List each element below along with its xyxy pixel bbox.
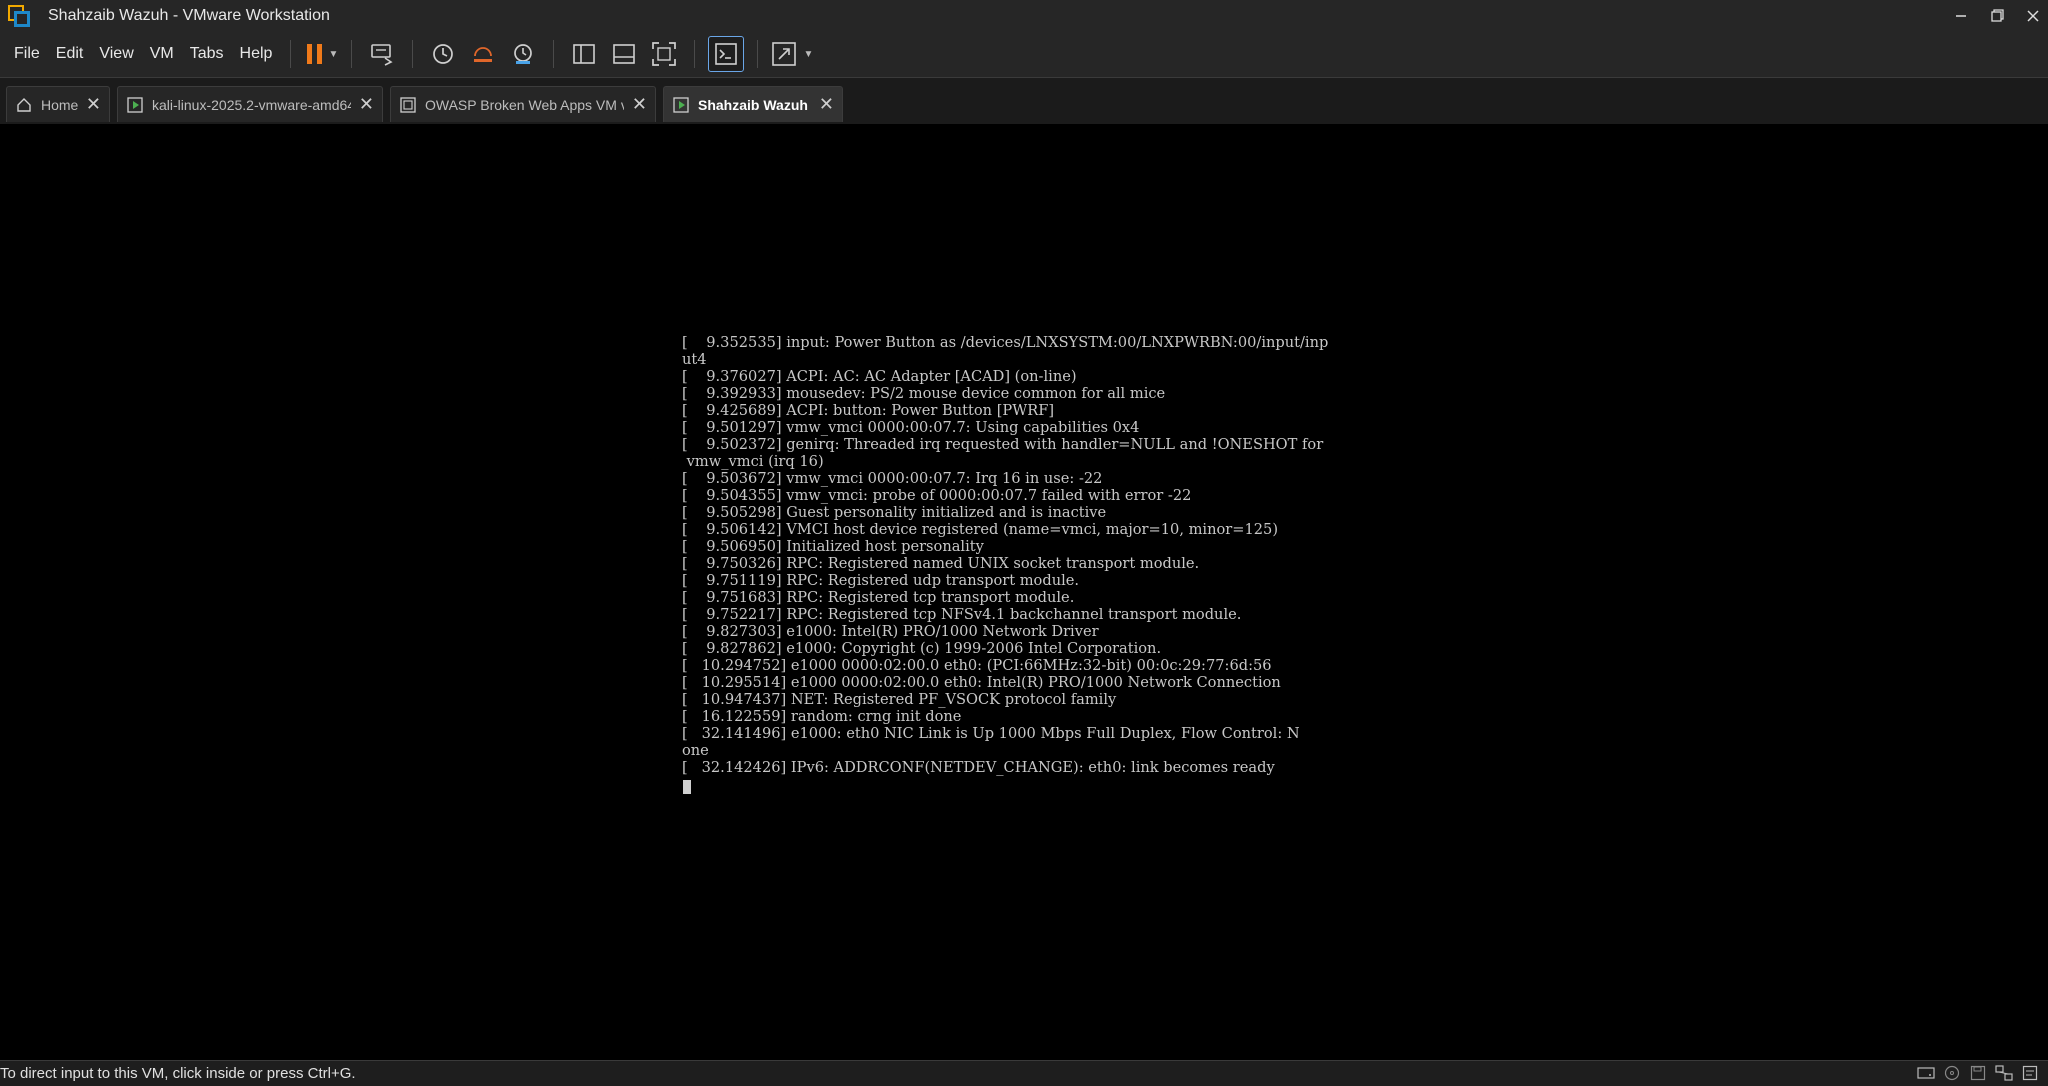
console-line: [ 9.750326] RPC: Registered named UNIX s… — [682, 555, 1200, 572]
console-line: [ 9.505298] Guest personality initialize… — [682, 504, 1107, 521]
console-line: [ 9.506950] Initialized host personality — [682, 538, 984, 555]
console-line: [ 9.827303] e1000: Intel(R) PRO/1000 Net… — [682, 623, 1099, 640]
close-tab-icon[interactable]: ✕ — [359, 94, 374, 115]
console-line: [ 9.425689] ACPI: button: Power Button [… — [682, 402, 1055, 419]
console-line: [ 16.122559] random: crng init done — [682, 708, 962, 725]
full-screen-button[interactable] — [647, 37, 681, 71]
send-ctrl-alt-del-icon — [371, 44, 394, 66]
tab-label: Shahzaib Wazuh — [698, 96, 808, 113]
vm-console[interactable]: [ 9.352535] input: Power Button as /devi… — [0, 124, 2048, 1060]
snapshot-manager-button[interactable] — [506, 37, 540, 71]
vm-icon — [399, 96, 417, 114]
menu-toolbar: File Edit View VM Tabs Help ▼ ▼ — [0, 31, 2048, 77]
close-tab-icon[interactable]: ✕ — [86, 94, 101, 115]
revert-snapshot-icon — [474, 47, 493, 62]
home-icon — [15, 96, 33, 114]
console-line: [ 10.947437] NET: Registered PF_VSOCK pr… — [682, 691, 1117, 708]
revert-snapshot-button[interactable] — [466, 37, 500, 71]
toolbar-separator — [412, 40, 414, 68]
pause-button[interactable]: ▼ — [304, 37, 338, 71]
toolbar-separator — [694, 40, 696, 68]
console-line: [ 9.504355] vmw_vmci: probe of 0000:00:0… — [682, 487, 1192, 504]
tab-label: kali-linux-2025.2-vmware-amd64 — [152, 96, 351, 113]
tab-home[interactable]: Home ✕ — [6, 86, 110, 122]
restore-icon[interactable] — [1982, 0, 2012, 31]
close-icon[interactable] — [2018, 0, 2048, 31]
console-line: [ 9.827862] e1000: Copyright (c) 1999-20… — [682, 640, 1162, 657]
console-line: [ 32.141496] e1000: eth0 NIC Link is Up … — [682, 725, 1300, 742]
fullscreen-icon — [652, 42, 677, 66]
console-view-button[interactable] — [708, 36, 745, 72]
cd-dvd-icon[interactable] — [1942, 1064, 1962, 1082]
menu-file[interactable]: File — [14, 45, 40, 63]
hard-disk-icon[interactable] — [1916, 1064, 1936, 1082]
console-line: [ 9.506142] VMCI host device registered … — [682, 521, 1279, 538]
sidebar-toggle-icon — [573, 44, 596, 64]
menu-tabs[interactable]: Tabs — [190, 45, 224, 63]
console-line: [ 9.751683] RPC: Registered tcp transpor… — [682, 589, 1075, 606]
console-line: [ 9.502372] genirq: Threaded irq request… — [682, 436, 1324, 453]
console-line: [ 9.352535] input: Power Button as /devi… — [682, 334, 1329, 351]
send-ctrl-alt-del-button[interactable] — [365, 37, 399, 71]
tab-shahzaib-wazuh[interactable]: Shahzaib Wazuh ✕ — [663, 86, 843, 122]
console-line: [ 9.376027] ACPI: AC: AC Adapter [ACAD] … — [682, 368, 1077, 385]
console-line: ut4 — [682, 351, 707, 368]
show-library-button[interactable] — [567, 37, 601, 71]
console-line: [ 9.501297] vmw_vmci 0000:00:07.7: Using… — [682, 419, 1140, 436]
chevron-down-icon[interactable]: ▼ — [803, 49, 813, 60]
tab-bar: Home ✕ kali-linux-2025.2-vmware-amd64 ✕ … — [0, 77, 2048, 125]
minimize-icon[interactable] — [1946, 0, 1976, 31]
toolbar-separator — [553, 40, 555, 68]
stretch-guest-button[interactable]: ▼ — [771, 37, 813, 71]
console-line: [ 32.142426] IPv6: ADDRCONF(NETDEV_CHANG… — [682, 759, 1275, 776]
tab-label: OWASP Broken Web Apps VM v... — [425, 96, 624, 113]
console-view-icon — [715, 43, 738, 65]
pause-icon — [306, 44, 322, 64]
status-message: To direct input to this VM, click inside… — [0, 1065, 356, 1082]
boot-log: [ 9.352535] input: Power Button as /devi… — [682, 334, 1372, 776]
vmware-logo-icon — [6, 3, 32, 29]
console-line: [ 9.392933] mousedev: PS/2 mouse device … — [682, 385, 1166, 402]
thumbnail-bar-icon — [613, 44, 636, 64]
console-line: [ 9.751119] RPC: Registered udp transpor… — [682, 572, 1080, 589]
console-line: one — [682, 742, 709, 759]
menu-edit[interactable]: Edit — [56, 45, 84, 63]
window-title-bar: Shahzaib Wazuh - VMware Workstation — [0, 0, 2048, 31]
window-title: Shahzaib Wazuh - VMware Workstation — [48, 6, 330, 24]
console-line: vmw_vmci (irq 16) — [686, 453, 824, 470]
console-line: [ 10.294752] e1000 0000:02:00.0 eth0: (P… — [682, 657, 1272, 674]
menu-view[interactable]: View — [99, 45, 133, 63]
tab-owasp[interactable]: OWASP Broken Web Apps VM v... ✕ — [390, 86, 656, 122]
take-snapshot-button[interactable] — [426, 37, 460, 71]
snapshot-icon — [433, 44, 454, 64]
chevron-down-icon[interactable]: ▼ — [329, 49, 339, 60]
message-log-icon[interactable] — [2020, 1064, 2040, 1082]
floppy-icon[interactable] — [1968, 1064, 1988, 1082]
menu-help[interactable]: Help — [240, 45, 273, 63]
close-tab-icon[interactable]: ✕ — [819, 94, 834, 115]
status-bar: To direct input to this VM, click inside… — [0, 1060, 2048, 1086]
menu-vm[interactable]: VM — [150, 45, 174, 63]
console-line: [ 10.295514] e1000 0000:02:00.0 eth0: In… — [682, 674, 1281, 691]
tab-label: Home — [41, 96, 78, 113]
toolbar-separator — [290, 40, 292, 68]
close-tab-icon[interactable]: ✕ — [632, 94, 647, 115]
vm-running-icon — [672, 96, 690, 114]
console-line: [ 9.503672] vmw_vmci 0000:00:07.7: Irq 1… — [682, 470, 1103, 487]
thumbnail-bar-button[interactable] — [607, 37, 641, 71]
vm-running-icon — [126, 96, 144, 114]
network-adapter-icon[interactable] — [1994, 1064, 2014, 1082]
console-line: [ 9.752217] RPC: Registered tcp NFSv4.1 … — [682, 606, 1242, 623]
toolbar-separator — [757, 40, 759, 68]
snapshot-manager-icon — [514, 44, 533, 64]
tab-kali-linux[interactable]: kali-linux-2025.2-vmware-amd64 ✕ — [117, 86, 383, 122]
unity-icon — [772, 42, 797, 66]
console-cursor — [683, 780, 691, 794]
toolbar-separator — [351, 40, 353, 68]
